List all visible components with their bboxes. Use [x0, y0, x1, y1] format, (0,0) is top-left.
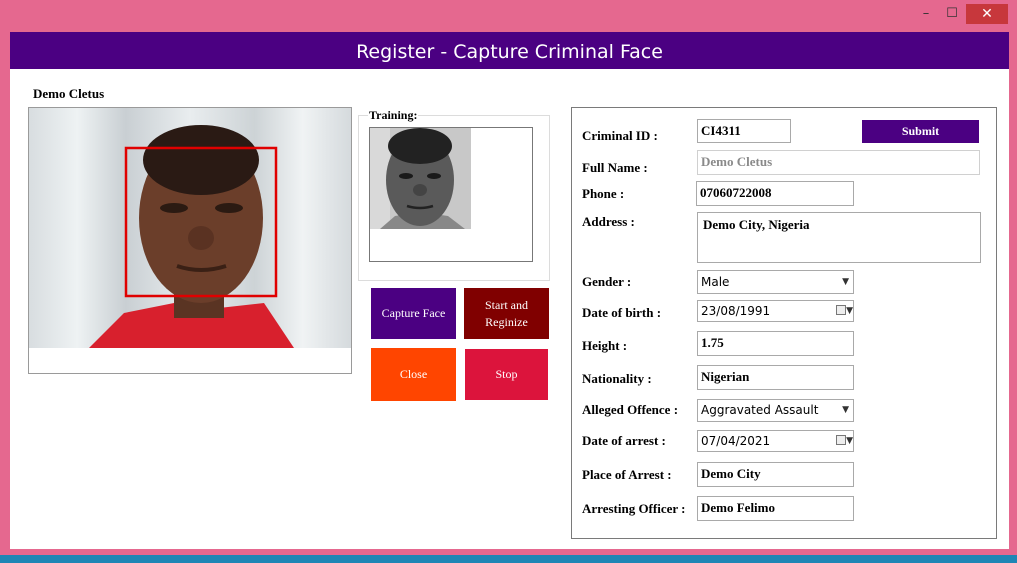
submit-button[interactable]: Submit — [862, 120, 979, 143]
address-field[interactable]: Demo City, Nigeria — [697, 212, 981, 263]
height-field[interactable]: 1.75 — [697, 331, 854, 356]
calendar-icon[interactable] — [836, 435, 846, 445]
training-panel: Training: — [358, 108, 550, 281]
start-recognize-button[interactable]: Start and Reginize — [464, 288, 549, 339]
taskbar-edge — [0, 555, 1017, 563]
chevron-down-icon[interactable]: ▼ — [846, 431, 853, 451]
stop-button[interactable]: Stop — [465, 349, 548, 400]
calendar-icon[interactable] — [836, 305, 846, 315]
minimize-button[interactable]: – — [914, 6, 938, 22]
phone-field[interactable]: 07060722008 — [696, 181, 854, 206]
phone-label: Phone : — [582, 186, 625, 201]
chevron-down-icon: ▼ — [842, 405, 849, 415]
address-label: Address : — [582, 214, 635, 229]
offence-select[interactable]: Aggravated Assault ▼ — [697, 399, 854, 422]
capture-face-button[interactable]: Capture Face — [371, 288, 456, 339]
training-label: Training: — [368, 108, 419, 123]
offence-label: Alleged Offence : — [582, 402, 679, 417]
maximize-button[interactable]: ☐ — [940, 6, 964, 22]
arrest-place-label: Place of Arrest : — [582, 467, 672, 482]
dob-label: Date of birth : — [582, 305, 662, 320]
gender-label: Gender : — [582, 274, 632, 289]
height-label: Height : — [582, 338, 628, 353]
nationality-field[interactable]: Nigerian — [697, 365, 854, 390]
criminal-details-group: Criminal ID : CI4311 Submit Full Name : … — [571, 107, 997, 539]
full-name-label: Full Name : — [582, 160, 648, 175]
close-window-button[interactable]: ✕ — [966, 4, 1008, 24]
nationality-label: Nationality : — [582, 371, 652, 386]
camera-feed-image — [29, 108, 351, 348]
training-preview — [369, 127, 533, 262]
offence-value: Aggravated Assault — [701, 403, 819, 417]
arrest-date-value: 07/04/2021 — [701, 434, 771, 448]
page-title: Register - Capture Criminal Face — [10, 32, 1009, 69]
window-titlebar: – ☐ ✕ — [0, 0, 1017, 28]
officer-field[interactable]: Demo Felimo — [697, 496, 854, 521]
arrest-date-label: Date of arrest : — [582, 433, 666, 448]
gender-value: Male — [701, 275, 730, 289]
close-button[interactable]: Close — [371, 348, 456, 401]
dob-datepicker[interactable]: 23/08/1991 ▼ — [697, 300, 854, 322]
dob-value: 23/08/1991 — [701, 304, 771, 318]
camera-panel — [28, 107, 352, 374]
training-face-image — [370, 128, 471, 229]
gender-select[interactable]: Male ▼ — [697, 270, 854, 294]
full-name-field[interactable]: Demo Cletus — [697, 150, 980, 175]
chevron-down-icon[interactable]: ▼ — [846, 301, 853, 321]
arrest-date-datepicker[interactable]: 07/04/2021 ▼ — [697, 430, 854, 452]
chevron-down-icon: ▼ — [842, 277, 849, 287]
form-client-area: Register - Capture Criminal Face Demo Cl… — [10, 32, 1009, 549]
criminal-id-field[interactable]: CI4311 — [697, 119, 791, 143]
arrest-place-field[interactable]: Demo City — [697, 462, 854, 487]
camera-name-label: Demo Cletus — [33, 86, 105, 101]
criminal-id-label: Criminal ID : — [582, 128, 658, 143]
officer-label: Arresting Officer : — [582, 501, 686, 516]
